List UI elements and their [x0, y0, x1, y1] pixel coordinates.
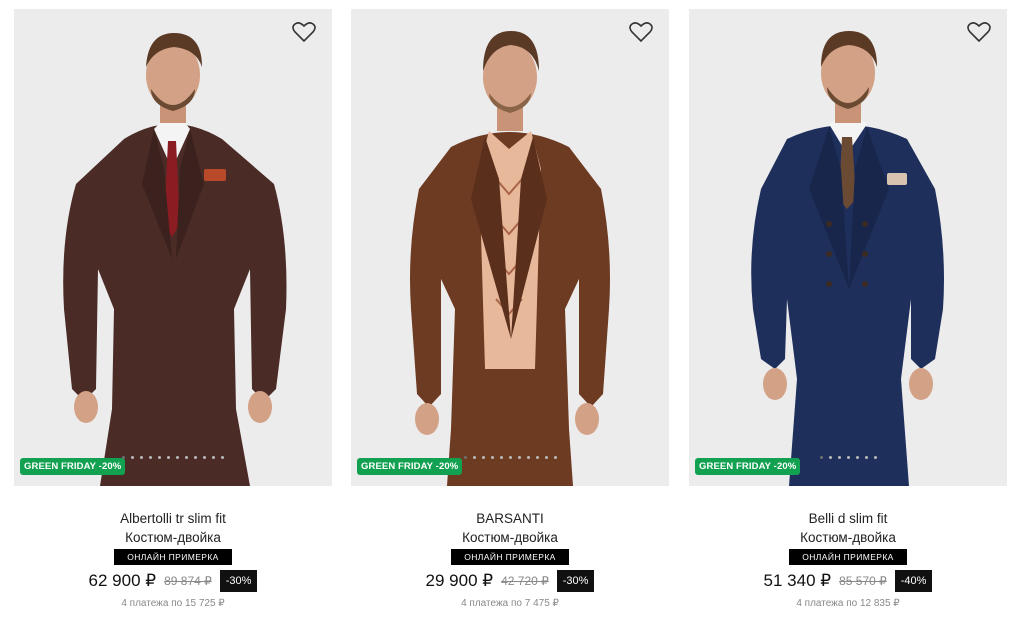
discount-badge: -30%	[219, 570, 258, 592]
current-price: 29 900 ₽	[425, 571, 494, 590]
product-name[interactable]: Belli d slim fit	[689, 509, 1007, 528]
try-on-button[interactable]: ОНЛАЙН ПРИМЕРКА	[789, 549, 907, 565]
model-illustration	[410, 31, 610, 486]
promo-badge: GREEN FRIDAY -20%	[695, 458, 801, 475]
product-type: Костюм-двойка	[800, 530, 896, 545]
carousel-dots[interactable]	[14, 456, 332, 459]
product-card[interactable]: GREEN FRIDAY -20% Albertolli tr slim fit…	[14, 9, 332, 609]
product-name[interactable]: BARSANTI	[351, 509, 669, 528]
product-name[interactable]: Albertolli tr slim fit	[14, 509, 332, 528]
discount-badge: -40%	[894, 570, 933, 592]
carousel-dots[interactable]	[351, 456, 669, 459]
try-on-button[interactable]: ОНЛАЙН ПРИМЕРКА	[451, 549, 569, 565]
promo-badge: GREEN FRIDAY -20%	[20, 458, 126, 475]
installments-text: 4 платежа по 12 835 ₽	[796, 598, 900, 609]
heart-icon[interactable]	[292, 21, 316, 43]
current-price: 62 900 ₽	[88, 571, 157, 590]
heart-icon[interactable]	[629, 21, 653, 43]
product-type: Костюм-двойка	[125, 530, 221, 545]
product-photo[interactable]: GREEN FRIDAY -20%	[689, 9, 1007, 486]
heart-icon[interactable]	[967, 21, 991, 43]
old-price: 85 570 ₽	[839, 574, 887, 588]
installments-text: 4 платежа по 15 725 ₽	[121, 598, 225, 609]
discount-badge: -30%	[556, 570, 595, 592]
try-on-button[interactable]: ОНЛАЙН ПРИМЕРКА	[114, 549, 232, 565]
product-type: Костюм-двойка	[462, 530, 558, 545]
old-price: 42 720 ₽	[501, 574, 549, 588]
model-illustration	[63, 33, 287, 486]
carousel-dots[interactable]	[689, 456, 1007, 459]
product-card[interactable]: GREEN FRIDAY -20% Belli d slim fit Костю…	[689, 9, 1007, 609]
promo-badge: GREEN FRIDAY -20%	[357, 458, 463, 475]
model-illustration	[751, 31, 944, 486]
current-price: 51 340 ₽	[763, 571, 832, 590]
product-photo[interactable]: GREEN FRIDAY -20%	[351, 9, 669, 486]
installments-text: 4 платежа по 7 475 ₽	[461, 598, 559, 609]
product-photo[interactable]: GREEN FRIDAY -20%	[14, 9, 332, 486]
product-card[interactable]: GREEN FRIDAY -20% BARSANTI Костюм-двойка…	[351, 9, 669, 609]
old-price: 89 874 ₽	[164, 574, 212, 588]
